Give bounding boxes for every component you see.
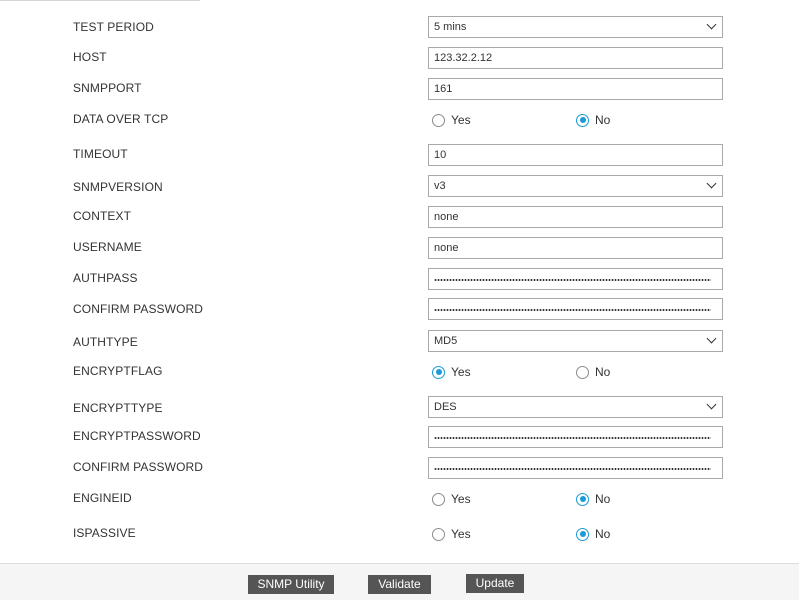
data-over-tcp-yes[interactable]: Yes — [432, 113, 471, 127]
encryptpassword-label: ENCRYPTPASSWORD — [73, 429, 201, 443]
ispassive-no-label: No — [595, 527, 611, 541]
encrypttype-select[interactable]: DES — [428, 396, 723, 418]
test-period-select[interactable]: 5 mins — [428, 16, 723, 38]
context-input[interactable]: none — [428, 206, 723, 228]
confirm-password-input[interactable] — [428, 298, 723, 320]
ispassive-no[interactable]: No — [576, 527, 610, 541]
snmpversion-label: SNMPVERSION — [73, 180, 163, 194]
masked-password — [434, 468, 711, 470]
data-over-tcp-no-label: No — [595, 113, 611, 127]
masked-password — [434, 309, 711, 311]
engineid-no-label: No — [595, 492, 611, 506]
username-value: none — [434, 242, 459, 254]
radio-icon[interactable] — [432, 527, 445, 541]
encryptpassword-input[interactable] — [428, 426, 723, 448]
test-period-label: TEST PERIOD — [73, 20, 154, 34]
chevron-down-icon — [706, 178, 717, 189]
test-period-value: 5 mins — [434, 21, 467, 33]
username-input[interactable]: none — [428, 237, 723, 259]
encryptflag-no[interactable]: No — [576, 365, 610, 379]
update-button[interactable]: Update — [466, 574, 524, 593]
radio-checked-icon[interactable] — [576, 527, 589, 541]
ispassive-yes-label: Yes — [451, 527, 471, 541]
authtype-value: MD5 — [434, 335, 458, 347]
chevron-down-icon — [706, 399, 717, 410]
snmpport-label: SNMPPORT — [73, 81, 142, 95]
timeout-input[interactable]: 10 — [428, 144, 723, 166]
snmpversion-value: v3 — [434, 180, 446, 192]
confirm-password-label: CONFIRM PASSWORD — [73, 302, 204, 316]
radio-checked-icon[interactable] — [576, 113, 589, 127]
masked-password — [434, 279, 711, 281]
engineid-yes[interactable]: Yes — [432, 492, 471, 506]
radio-checked-icon[interactable] — [576, 492, 589, 506]
confirm-encrypt-password-input[interactable] — [428, 457, 723, 479]
context-label: CONTEXT — [73, 209, 132, 223]
context-value: none — [434, 211, 459, 223]
top-divider — [0, 0, 200, 1]
authpass-input[interactable] — [428, 268, 723, 290]
engineid-label: ENGINEID — [73, 491, 132, 505]
radio-icon[interactable] — [432, 492, 445, 506]
chevron-down-icon — [706, 19, 717, 30]
validate-button[interactable]: Validate — [368, 575, 431, 594]
timeout-value: 10 — [434, 149, 447, 161]
encryptflag-yes-label: Yes — [451, 365, 471, 379]
encrypttype-value: DES — [434, 401, 457, 413]
radio-icon[interactable] — [432, 113, 445, 127]
encryptflag-yes[interactable]: Yes — [432, 365, 471, 379]
radio-icon[interactable] — [576, 365, 589, 379]
encrypttype-label: ENCRYPTTYPE — [73, 401, 163, 415]
username-label: USERNAME — [73, 240, 142, 254]
data-over-tcp-label: DATA OVER TCP — [73, 112, 169, 126]
timeout-label: TIMEOUT — [73, 147, 128, 161]
ispassive-label: ISPASSIVE — [73, 526, 136, 540]
authtype-select[interactable]: MD5 — [428, 330, 723, 352]
encryptflag-label: ENCRYPTFLAG — [73, 364, 163, 378]
authtype-label: AUTHTYPE — [73, 335, 138, 349]
encryptflag-no-label: No — [595, 365, 611, 379]
data-over-tcp-yes-label: Yes — [451, 113, 471, 127]
snmp-utility-button[interactable]: SNMP Utility — [248, 575, 334, 594]
radio-checked-icon[interactable] — [432, 365, 445, 379]
data-over-tcp-no[interactable]: No — [576, 113, 610, 127]
form-footer: SNMP Utility Validate Update — [0, 563, 799, 600]
engineid-yes-label: Yes — [451, 492, 471, 506]
chevron-down-icon — [706, 333, 717, 344]
engineid-no[interactable]: No — [576, 492, 610, 506]
snmpversion-select[interactable]: v3 — [428, 175, 723, 197]
host-input[interactable]: 123.32.2.12 — [428, 47, 723, 69]
ispassive-yes[interactable]: Yes — [432, 527, 471, 541]
confirm-encrypt-password-label: CONFIRM PASSWORD — [73, 460, 204, 474]
host-value: 123.32.2.12 — [434, 52, 493, 64]
masked-password — [434, 437, 711, 439]
authpass-label: AUTHPASS — [73, 271, 138, 285]
snmpport-input[interactable]: 161 — [428, 78, 723, 100]
snmpport-value: 161 — [434, 83, 453, 95]
host-label: HOST — [73, 50, 107, 64]
